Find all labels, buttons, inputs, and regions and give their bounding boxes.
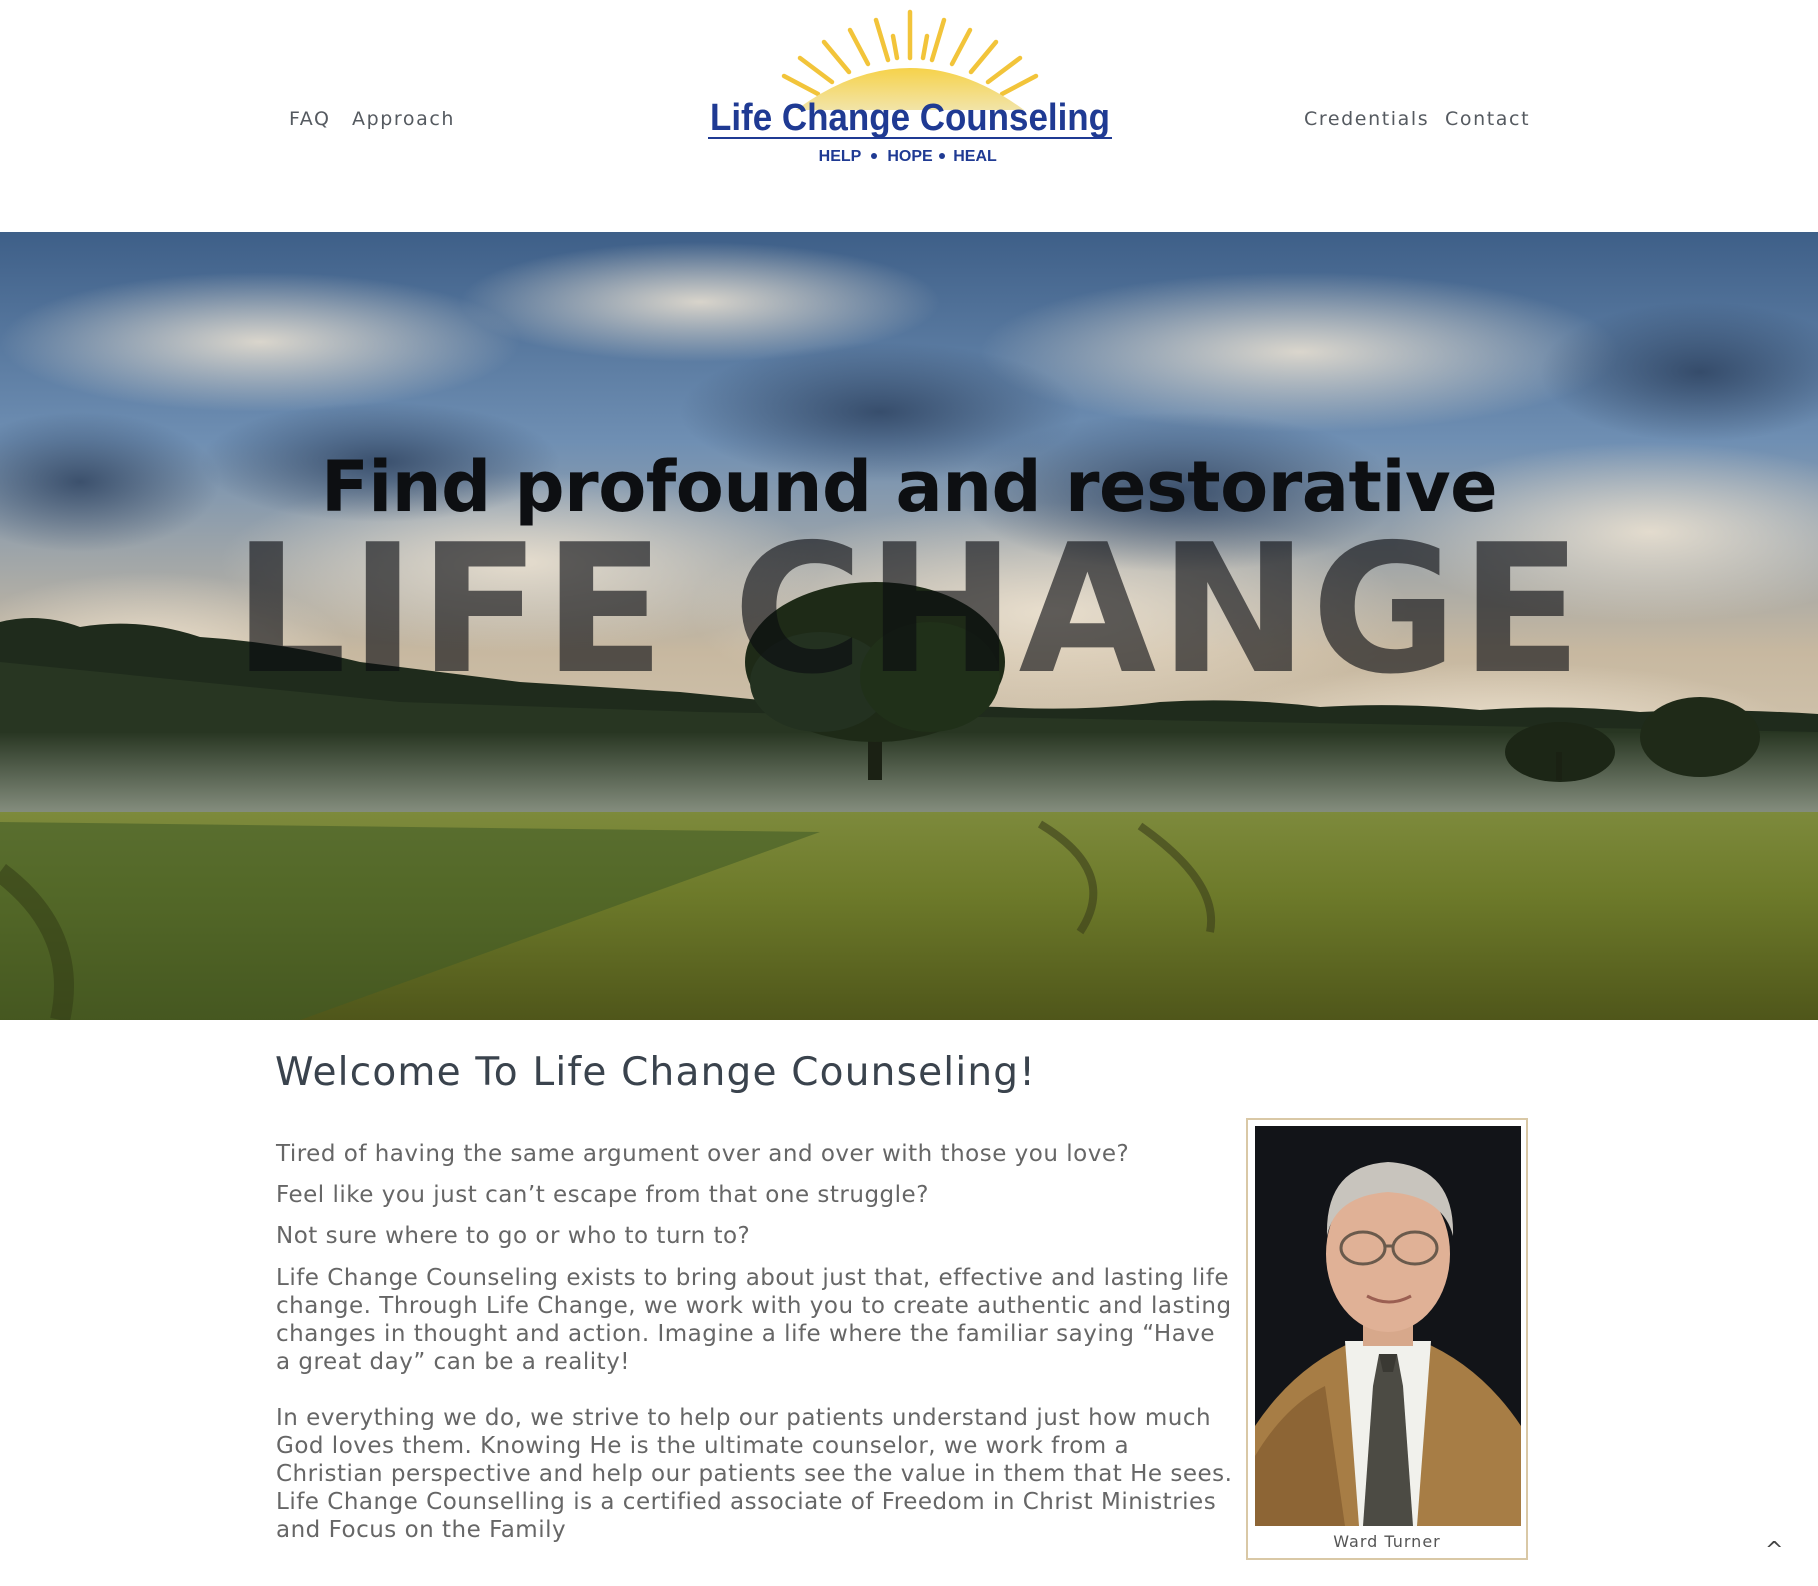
back-to-top-caret-icon[interactable]: ^	[1765, 1538, 1783, 1563]
intro-question: Not sure where to go or who to turn to?	[276, 1223, 751, 1249]
nav-contact-link[interactable]: Contact	[1445, 108, 1530, 130]
logo-tagline-dot-icon	[939, 153, 945, 159]
page: FAQ Approach Life Change Counseling HELP…	[0, 0, 1818, 1586]
rising-sun-logo-icon: Life Change Counseling HELP HOPE HEAL	[708, 9, 1112, 165]
counselor-photo-card: Ward Turner	[1246, 1118, 1528, 1560]
logo-name-text: Life Change Counseling	[710, 97, 1110, 139]
counselor-portrait-image	[1255, 1126, 1521, 1526]
logo-tagline-dot-icon	[871, 153, 877, 159]
hero-banner: Find profound and restorative LIFE CHANG…	[0, 232, 1818, 1020]
hero-title: LIFE CHANGE	[233, 506, 1585, 713]
photo-caption: Ward Turner	[1333, 1532, 1441, 1551]
intro-paragraph-mission: Life Change Counseling exists to bring a…	[276, 1265, 1232, 1375]
logo-tagline-hope: HOPE	[887, 148, 933, 165]
welcome-heading: Welcome To Life Change Counseling!	[275, 1050, 1037, 1095]
site-header: FAQ Approach Life Change Counseling HELP…	[0, 0, 1818, 232]
logo-tagline-help: HELP	[819, 148, 862, 165]
nav-faq-link[interactable]: FAQ	[289, 108, 331, 130]
nav-approach-link[interactable]: Approach	[352, 108, 455, 130]
nav-credentials-link[interactable]: Credentials	[1304, 108, 1429, 130]
intro-question: Tired of having the same argument over a…	[276, 1141, 1130, 1167]
intro-question: Feel like you just can’t escape from tha…	[276, 1182, 929, 1208]
logo-tagline-heal: HEAL	[953, 148, 997, 165]
site-logo[interactable]: Life Change Counseling HELP HOPE HEAL	[700, 6, 1120, 176]
intro-paragraph-faith: In everything we do, we strive to help o…	[276, 1405, 1233, 1543]
